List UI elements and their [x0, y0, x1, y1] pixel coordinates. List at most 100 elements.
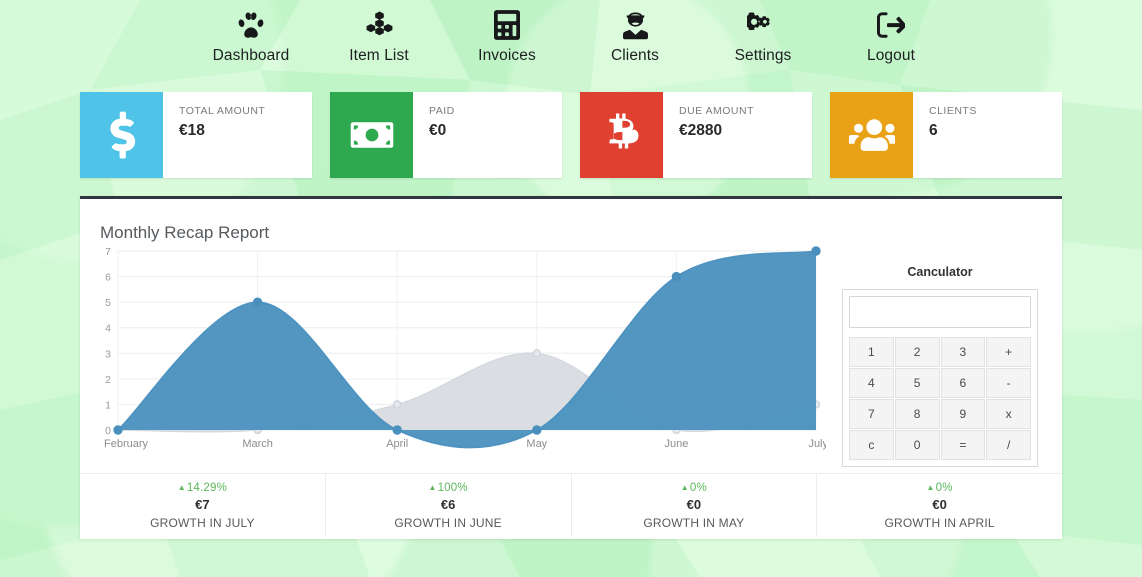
nav-label: Logout	[866, 47, 915, 64]
growth-cell-june[interactable]: ▲100% €6 GROWTH IN JUNE	[326, 474, 572, 537]
calculator-keypad: 1 2 3 +4 5 6- 7 8 9 x c 0 = /	[849, 337, 1031, 460]
calculator-key-2[interactable]: 2	[894, 337, 940, 367]
growth-summary-row: ▲14.29% €7 GROWTH IN JULY ▲100% €6 GROWT…	[80, 473, 1062, 537]
chart-point-paid[interactable]	[252, 297, 263, 307]
growth-cell-july[interactable]: ▲14.29% €7 GROWTH IN JULY	[80, 474, 326, 537]
recap-area-chart: 0 1 2 3 4 5 6 7 February March April May June July	[80, 243, 828, 473]
stat-body: DUE AMOUNT €2880	[663, 92, 812, 178]
stat-value: 6	[929, 122, 938, 139]
growth-amount: €0	[686, 497, 702, 512]
growth-percent-value: 0%	[689, 482, 707, 494]
chart-ytick-label: 2	[105, 374, 111, 386]
page-title: Monthly Recap Report	[100, 223, 270, 242]
calculator-icon	[443, 8, 571, 42]
chart-point-due[interactable]	[393, 400, 402, 409]
calculator-key-7[interactable]: 7	[849, 399, 894, 429]
stat-value: €0	[429, 122, 447, 139]
growth-label: GROWTH IN JUNE	[394, 516, 502, 530]
calculator-key-4[interactable]: 4	[849, 368, 894, 398]
chart-xtick-label: March	[242, 438, 273, 450]
caret-up-icon: ▲	[926, 483, 935, 492]
calculator-key-x[interactable]: x	[986, 399, 1031, 429]
nav-label: Settings	[734, 47, 792, 64]
stat-body: TOTAL AMOUNT €18	[163, 92, 312, 178]
stat-body: CLIENTS 6	[913, 92, 1062, 178]
nav-item-dashboard[interactable]: Dashboard	[187, 8, 315, 65]
growth-cell-april[interactable]: ▲0% €0 GROWTH IN APRIL	[817, 474, 1062, 537]
calculator-key-8[interactable]: 8	[894, 399, 940, 429]
growth-percent-value: 0%	[935, 482, 953, 494]
growth-label: GROWTH IN JULY	[150, 516, 255, 530]
calculator-key-9[interactable]: 9	[940, 399, 986, 429]
calculator-display-input[interactable]	[849, 296, 1031, 328]
chart-ytick-label: 1	[105, 399, 111, 411]
nav-label: Item List	[349, 47, 409, 64]
growth-cell-may[interactable]: ▲0% €0 GROWTH IN MAY	[572, 474, 818, 537]
chart-ytick-label: 7	[105, 246, 111, 258]
nav-label: Invoices	[478, 47, 536, 64]
growth-amount: €7	[195, 497, 210, 512]
paw-icon	[187, 8, 315, 42]
nav-label: Clients	[610, 47, 660, 64]
growth-percent: ▲0%	[572, 482, 817, 494]
calculator-key-6[interactable]: 6	[940, 368, 986, 398]
panel-middle: 0 1 2 3 4 5 6 7 February March April May June July Ca…	[80, 243, 1062, 473]
calculator-key-/[interactable]: /	[986, 430, 1031, 460]
calculator-widget: Canculator 1 2 3 +4 5 6- 7 8 9 x c 0 = /	[828, 243, 1062, 473]
nav-item-item-list[interactable]: Item List	[315, 8, 443, 65]
stat-value: €18	[179, 122, 205, 139]
chart-ytick-label: 0	[105, 425, 111, 437]
calculator-key-0[interactable]: 0	[894, 430, 940, 460]
calculator-title: Canculator	[907, 265, 973, 279]
calculator-key-=[interactable]: =	[940, 430, 986, 460]
growth-label: GROWTH IN MAY	[643, 516, 745, 530]
chart-xtick-label: May	[526, 438, 547, 450]
stat-title: CLIENTS	[929, 105, 977, 117]
chart-xtick-label: June	[664, 438, 688, 450]
chart-point-due[interactable]	[532, 349, 541, 358]
nav-item-logout[interactable]: Logout	[827, 8, 955, 65]
nav-item-settings[interactable]: Settings	[699, 8, 827, 65]
growth-percent-value: 14.29%	[186, 482, 228, 494]
chart-xtick-label: July	[808, 438, 826, 450]
stat-card-clients[interactable]: CLIENTS 6	[830, 92, 1062, 178]
stat-icon-wrap	[580, 92, 663, 178]
caret-up-icon: ▲	[680, 483, 689, 492]
user-secret-icon	[571, 8, 699, 42]
growth-percent: ▲100%	[326, 482, 571, 494]
bitcoin-icon	[608, 113, 638, 149]
stat-title: TOTAL AMOUNT	[179, 105, 266, 117]
calculator-key-c[interactable]: c	[849, 430, 894, 460]
chart-xtick-label: April	[386, 438, 408, 450]
stat-card-total-amount[interactable]: TOTAL AMOUNT €18	[80, 92, 312, 178]
stat-card-due-amount[interactable]: DUE AMOUNT €2880	[580, 92, 812, 178]
calculator-box: 1 2 3 +4 5 6- 7 8 9 x c 0 = /	[842, 289, 1038, 467]
chart-ytick-label: 5	[105, 297, 111, 309]
chart-point-paid[interactable]	[671, 271, 682, 282]
stat-title: PAID	[429, 105, 455, 117]
calculator-key-1[interactable]: 1	[849, 337, 894, 367]
dashboard-page: Dashboard Item List Invoices Clients Set	[0, 0, 1142, 577]
chart-point-paid[interactable]	[113, 425, 123, 435]
chart-point-paid[interactable]	[811, 246, 821, 256]
calculator-key-5[interactable]: 5	[894, 368, 940, 398]
main-navigation: Dashboard Item List Invoices Clients Set	[0, 0, 1142, 72]
calculator-key--[interactable]: -	[986, 368, 1031, 398]
cogs-icon	[699, 8, 827, 42]
chart-ytick-label: 3	[105, 348, 111, 360]
growth-percent: ▲14.29%	[80, 482, 325, 494]
stat-title: DUE AMOUNT	[679, 105, 755, 117]
nav-item-clients[interactable]: Clients	[571, 8, 699, 65]
chart-point-paid[interactable]	[532, 425, 542, 435]
chart-ytick-label: 6	[105, 272, 111, 284]
chart-point-paid[interactable]	[392, 425, 402, 435]
chart-ytick-label: 4	[105, 323, 111, 335]
stat-value: €2880	[679, 122, 723, 139]
calculator-key-3[interactable]: 3	[940, 337, 986, 367]
chart-svg: 0 1 2 3 4 5 6 7 February March April May June July	[104, 246, 826, 450]
growth-percent: ▲0%	[817, 482, 1062, 494]
nav-item-invoices[interactable]: Invoices	[443, 8, 571, 65]
stat-card-paid[interactable]: 1 PAID €0	[330, 92, 562, 178]
caret-up-icon: ▲	[428, 483, 437, 492]
calculator-key-+[interactable]: +	[986, 337, 1031, 367]
